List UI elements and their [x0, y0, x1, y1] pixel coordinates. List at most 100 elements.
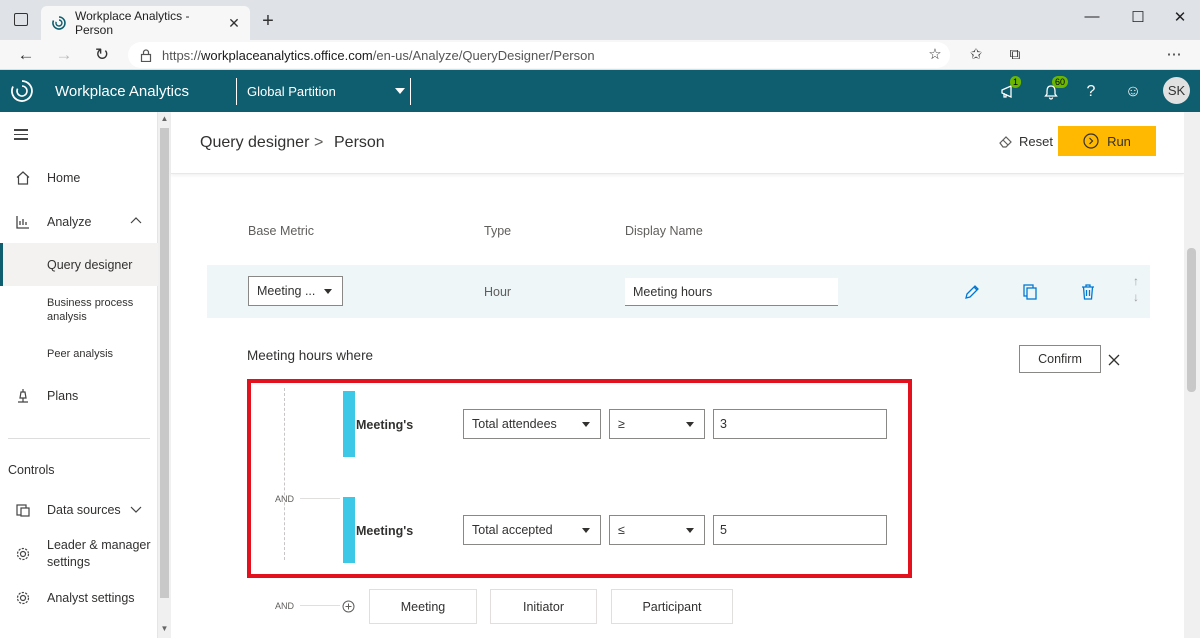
- run-label: Run: [1107, 133, 1131, 149]
- reset-label: Reset: [1019, 134, 1053, 149]
- add-initiator-condition-button[interactable]: Initiator: [490, 589, 597, 624]
- new-tab-icon[interactable]: +: [258, 10, 278, 33]
- sidebar-item-label: Peer analysis: [47, 348, 114, 360]
- column-header-type: Type: [484, 224, 512, 238]
- column-header-base-metric: Base Metric: [248, 224, 314, 238]
- sidebar-item-analyst-settings[interactable]: Analyst settings: [0, 588, 158, 608]
- sidebar-item-label: Analyst settings: [47, 591, 135, 605]
- announcements-icon[interactable]: 1: [998, 76, 1022, 103]
- favorites-icon[interactable]: ✩: [966, 45, 986, 65]
- header-divider: [410, 78, 411, 105]
- add-condition-plus-icon[interactable]: [342, 600, 355, 613]
- move-up-icon[interactable]: ↑: [1130, 273, 1142, 289]
- browser-tab[interactable]: Workplace Analytics - Person ✕: [41, 6, 250, 40]
- reset-button[interactable]: Reset: [998, 134, 1053, 149]
- add-button-label: Participant: [642, 599, 702, 614]
- delete-trash-icon[interactable]: [1079, 283, 1097, 301]
- filter-where-label: Meeting hours where: [247, 348, 374, 363]
- help-icon[interactable]: ?: [1080, 81, 1102, 103]
- workplace-analytics-tab-icon: [52, 16, 66, 30]
- sidebar-item-query-designer[interactable]: Query designer: [0, 243, 158, 286]
- header-divider: [236, 78, 237, 105]
- metric-type: Hour: [484, 285, 512, 299]
- and-operator-label: AND: [275, 601, 295, 611]
- run-icon: [1083, 133, 1099, 149]
- breadcrumb-separator-icon: >: [314, 134, 324, 151]
- window-close-icon[interactable]: ✕: [1160, 8, 1200, 26]
- reorder-arrows: ↑ ↓: [1130, 273, 1142, 305]
- notifications-icon[interactable]: 60: [1040, 76, 1069, 103]
- move-down-icon[interactable]: ↓: [1130, 289, 1142, 305]
- app-header: Workplace Analytics Global Partition 1 6…: [0, 70, 1200, 112]
- address-bar: ← → ↻ https://workplaceanalytics.office.…: [0, 40, 1200, 70]
- chevron-down-icon[interactable]: [395, 88, 405, 94]
- refresh-icon[interactable]: ↻: [90, 43, 114, 67]
- sidebar-item-label: Leader & manager settings: [47, 538, 151, 569]
- add-button-label: Meeting: [400, 599, 446, 614]
- base-metric-value: Meeting ...: [257, 284, 316, 298]
- avatar[interactable]: SK: [1163, 77, 1190, 104]
- tree-connector: [300, 605, 340, 606]
- workplace-analytics-logo-icon[interactable]: [10, 79, 34, 103]
- run-button[interactable]: Run: [1058, 126, 1156, 156]
- confirm-label: Confirm: [1038, 352, 1082, 366]
- url-scheme: https://: [162, 47, 202, 63]
- back-icon[interactable]: ←: [14, 43, 38, 67]
- sidebar-item-label: Analyze: [47, 215, 92, 229]
- data-sources-icon: [16, 504, 30, 517]
- edit-pencil-icon[interactable]: [963, 283, 981, 301]
- more-icon[interactable]: ⋯: [1164, 45, 1184, 65]
- close-icon[interactable]: [1106, 352, 1122, 368]
- favorite-star-icon[interactable]: ☆: [925, 45, 945, 65]
- sidebar-item-label: Business process analysis: [47, 297, 134, 323]
- sidebar-item-plans[interactable]: Plans: [0, 386, 158, 406]
- feedback-smiley-icon[interactable]: ☺: [1122, 81, 1144, 103]
- sidebar-divider: [8, 438, 150, 439]
- sidebar-item-label: Data sources: [47, 503, 121, 517]
- collections-icon[interactable]: ⧉: [1005, 45, 1025, 65]
- column-header-display-name: Display Name: [625, 224, 703, 238]
- notifications-badge: 60: [1052, 76, 1069, 88]
- sidebar-item-peer-analysis[interactable]: Peer analysis: [0, 346, 158, 362]
- sidebar-item-leader-manager-settings[interactable]: Leader & manager settings: [0, 536, 158, 572]
- main-scrollbar-thumb[interactable]: [1187, 248, 1196, 392]
- chart-icon: [16, 216, 29, 229]
- add-meeting-condition-button[interactable]: Meeting: [369, 589, 477, 624]
- url-host: workplaceanalytics.office.com: [201, 47, 373, 63]
- plans-icon: [18, 389, 28, 403]
- page-title: Person: [334, 134, 385, 151]
- sidebar-item-label: Home: [47, 171, 81, 185]
- announcements-badge: 1: [1010, 76, 1022, 88]
- settings-gear-icon: [16, 591, 30, 605]
- copy-icon[interactable]: [1021, 283, 1039, 301]
- home-icon: [16, 171, 30, 185]
- sidebar-scrollbar-thumb[interactable]: [160, 128, 169, 598]
- controls-heading: Controls: [8, 463, 55, 477]
- tab-actions-icon[interactable]: [14, 13, 28, 26]
- tab-close-icon[interactable]: ✕: [224, 15, 244, 32]
- base-metric-dropdown[interactable]: Meeting ...: [248, 276, 343, 306]
- url-field[interactable]: https://workplaceanalytics.office.com/en…: [128, 42, 950, 68]
- highlight-box: [247, 379, 912, 578]
- chevron-down-icon: [324, 289, 332, 294]
- partition-selector[interactable]: Global Partition: [247, 84, 336, 99]
- sidebar-item-home[interactable]: Home: [0, 168, 158, 188]
- sidebar-item-label: Query designer: [47, 257, 133, 272]
- sidebar-item-label: Plans: [47, 389, 79, 403]
- settings-gear-icon: [16, 547, 30, 561]
- chevron-down-icon[interactable]: [130, 506, 142, 514]
- display-name-field[interactable]: [625, 278, 838, 306]
- add-participant-condition-button[interactable]: Participant: [611, 589, 733, 624]
- minimize-icon[interactable]: —: [1072, 8, 1112, 25]
- app-name[interactable]: Workplace Analytics: [55, 83, 189, 100]
- sidebar-item-business-process-analysis[interactable]: Business process analysis: [0, 296, 158, 324]
- chevron-up-icon[interactable]: [130, 216, 142, 224]
- scroll-down-icon[interactable]: ▼: [160, 624, 169, 633]
- url-path: /en-us/Analyze/QueryDesigner/Person: [372, 47, 595, 63]
- forward-icon[interactable]: →: [52, 43, 76, 67]
- scroll-up-icon[interactable]: ▲: [160, 114, 169, 123]
- confirm-button[interactable]: Confirm: [1019, 345, 1101, 373]
- maximize-icon[interactable]: ☐: [1118, 8, 1158, 26]
- hamburger-menu-icon[interactable]: [14, 129, 28, 143]
- breadcrumb-query-designer[interactable]: Query designer: [200, 134, 309, 152]
